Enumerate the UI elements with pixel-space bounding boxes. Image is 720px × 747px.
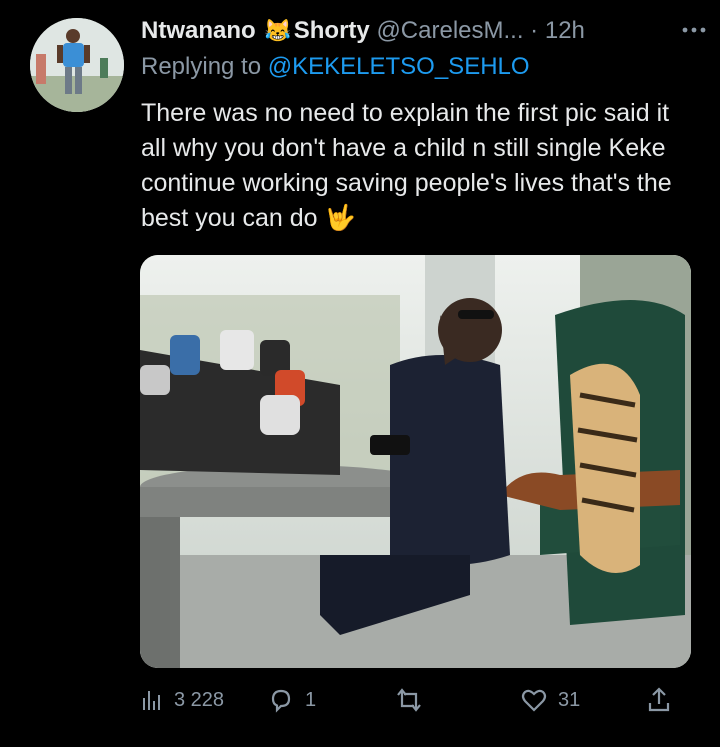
reply-icon: [271, 689, 291, 713]
tweet-image[interactable]: [140, 255, 691, 668]
tweet-emoji: 🤟: [324, 204, 356, 232]
avatar-image: [30, 18, 124, 112]
heart-icon: [521, 689, 547, 712]
reply-count: 1: [305, 688, 317, 711]
author-name[interactable]: Ntwanano: [141, 17, 256, 44]
tweet[interactable]: Ntwanano 😹Shorty @CarelesM... · 12h Repl…: [0, 0, 720, 747]
avatar[interactable]: [30, 18, 124, 112]
author-name-suffix[interactable]: Shorty: [294, 17, 370, 44]
replying-to: Replying to @KEKELETSO_SEHLO: [141, 50, 530, 84]
tweet-text: There was no need to explain the first p…: [141, 96, 701, 236]
author-handle[interactable]: @CarelesM...: [376, 17, 523, 44]
author-emoji: 😹: [264, 18, 292, 43]
press-conference-photo: [140, 255, 691, 668]
reply-button[interactable]: 1: [267, 684, 316, 716]
tweet-body: There was no need to explain the first p…: [141, 99, 672, 232]
tweet-time[interactable]: 12h: [545, 17, 585, 44]
more-icon[interactable]: [682, 14, 706, 40]
tweet-header: Ntwanano 😹Shorty @CarelesM... · 12h: [141, 14, 701, 48]
like-count: 31: [558, 688, 581, 711]
retweet-icon: [397, 688, 421, 712]
analytics-icon: [143, 691, 160, 710]
retweet-button[interactable]: [394, 684, 434, 716]
views-button[interactable]: 3 228: [140, 684, 224, 716]
share-button[interactable]: [646, 684, 672, 716]
replying-prefix: Replying to: [141, 53, 262, 80]
like-button[interactable]: 31: [520, 684, 580, 716]
time-separator: ·: [530, 17, 539, 44]
share-icon: [648, 687, 670, 712]
replying-handle[interactable]: @KEKELETSO_SEHLO: [268, 53, 530, 80]
views-count: 3 228: [174, 688, 225, 711]
action-bar: 3 228 1 31: [140, 684, 680, 716]
